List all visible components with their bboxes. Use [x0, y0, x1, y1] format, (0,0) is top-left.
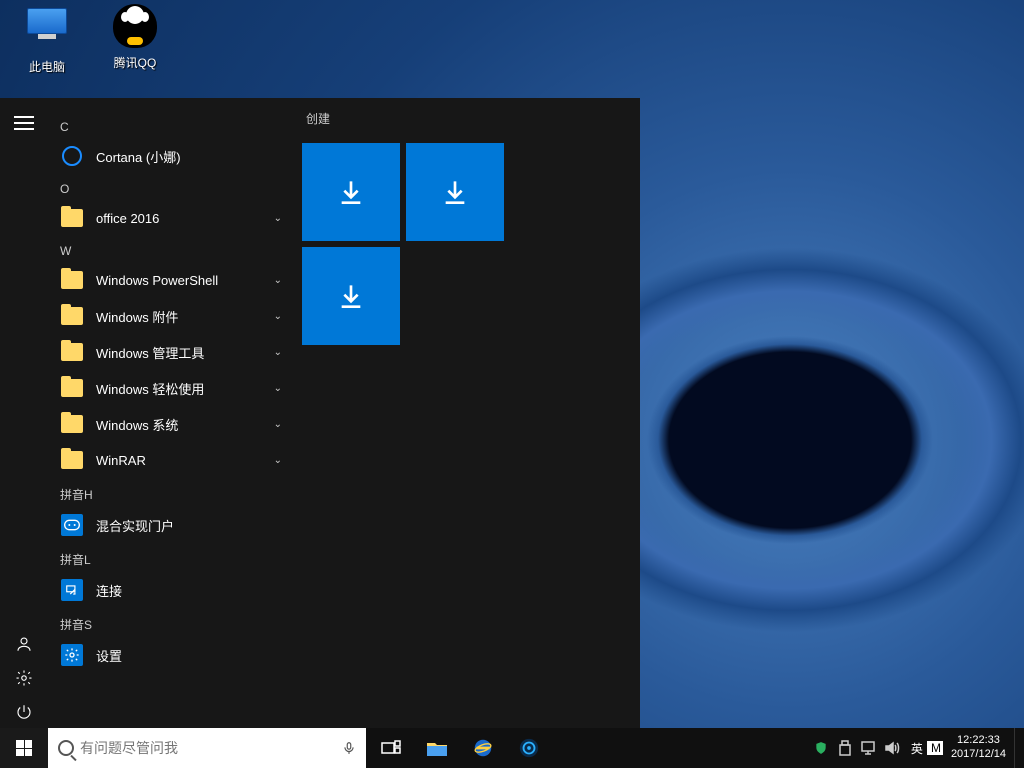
app-label: Windows 系统	[96, 415, 178, 434]
desktop-icon-qq[interactable]: 腾讯QQ	[100, 4, 170, 75]
app-label: Windows 轻松使用	[96, 379, 204, 398]
chevron-down-icon: ⌄	[274, 383, 282, 394]
tile-download-1[interactable]	[302, 143, 400, 241]
search-input[interactable]	[80, 740, 336, 756]
app-label: 混合实现门户	[96, 516, 174, 535]
start-menu-app-list: C Cortana (小娜) O office 2016 ⌄ W Windows…	[48, 98, 296, 728]
folder-icon	[60, 206, 84, 230]
list-header[interactable]: 拼音H	[60, 486, 296, 503]
list-header[interactable]: 拼音S	[60, 616, 296, 633]
chevron-down-icon: ⌄	[274, 455, 282, 466]
search-box[interactable]	[48, 728, 366, 768]
power-icon[interactable]	[14, 702, 34, 722]
chevron-down-icon: ⌄	[274, 311, 282, 322]
app-label: Cortana (小娜)	[96, 147, 181, 166]
tiles-group-header[interactable]: 创建	[302, 110, 640, 127]
taskbar-file-explorer[interactable]	[414, 728, 460, 768]
clock-date: 2017/12/14	[951, 748, 1006, 762]
cortana-icon	[60, 144, 84, 168]
settings-tile-icon	[60, 643, 84, 667]
app-item-winrar[interactable]: WinRAR ⌄	[48, 442, 296, 478]
chevron-down-icon: ⌄	[274, 213, 282, 224]
desktop-icon-label: 此电脑	[12, 58, 82, 75]
app-item-ease-of-access[interactable]: Windows 轻松使用 ⌄	[48, 370, 296, 406]
taskbar-pinned-apps	[368, 728, 552, 768]
folder-icon	[60, 448, 84, 472]
app-label: WinRAR	[96, 453, 146, 468]
app-item-office[interactable]: office 2016 ⌄	[48, 200, 296, 236]
desktop-icon-this-pc[interactable]: 此电脑	[12, 4, 82, 75]
chevron-down-icon: ⌄	[274, 275, 282, 286]
ime-language[interactable]: 英	[907, 740, 927, 757]
taskbar-clock[interactable]: 12:22:33 2017/12/14	[943, 734, 1014, 762]
chevron-down-icon: ⌄	[274, 419, 282, 430]
connect-icon	[60, 578, 84, 602]
app-item-powershell[interactable]: Windows PowerShell ⌄	[48, 262, 296, 298]
desktop-icons: 此电脑 腾讯QQ	[12, 4, 170, 75]
app-item-connect[interactable]: 连接	[48, 572, 296, 608]
microphone-icon[interactable]	[342, 738, 356, 758]
task-view-button[interactable]	[368, 728, 414, 768]
monitor-icon	[23, 8, 71, 56]
tray-network-icon[interactable]	[861, 740, 877, 756]
folder-icon	[60, 268, 84, 292]
start-button[interactable]	[0, 728, 48, 768]
app-label: 设置	[96, 646, 122, 665]
app-item-mixed-reality[interactable]: 混合实现门户	[48, 507, 296, 543]
folder-icon	[60, 304, 84, 328]
tray-security-icon[interactable]	[813, 740, 829, 756]
tile-download-3[interactable]	[302, 247, 400, 345]
start-menu: C Cortana (小娜) O office 2016 ⌄ W Windows…	[0, 98, 640, 728]
settings-gear-icon[interactable]	[14, 668, 34, 688]
windows-logo-icon	[16, 740, 32, 756]
app-label: 连接	[96, 581, 122, 600]
app-item-cortana[interactable]: Cortana (小娜)	[48, 138, 296, 174]
tray-icons	[807, 740, 907, 756]
app-label: Windows PowerShell	[96, 273, 218, 288]
list-header[interactable]: C	[60, 120, 296, 134]
list-header[interactable]: W	[60, 244, 296, 258]
app-label: office 2016	[96, 211, 159, 226]
app-item-admin-tools[interactable]: Windows 管理工具 ⌄	[48, 334, 296, 370]
user-account-icon[interactable]	[14, 634, 34, 654]
folder-icon	[60, 412, 84, 436]
hamburger-icon[interactable]	[14, 116, 34, 130]
list-header[interactable]: 拼音L	[60, 551, 296, 568]
app-label: Windows 管理工具	[96, 343, 204, 362]
mixed-reality-icon	[60, 513, 84, 537]
chevron-down-icon: ⌄	[274, 347, 282, 358]
app-item-windows-system[interactable]: Windows 系统 ⌄	[48, 406, 296, 442]
start-menu-tiles: 创建	[296, 98, 640, 728]
tray-volume-icon[interactable]	[885, 740, 901, 756]
folder-icon	[60, 376, 84, 400]
search-icon	[58, 740, 74, 756]
taskbar: 英 M 12:22:33 2017/12/14	[0, 728, 1024, 768]
app-label: Windows 附件	[96, 307, 178, 326]
taskbar-browser[interactable]	[506, 728, 552, 768]
tray-usb-icon[interactable]	[837, 740, 853, 756]
desktop-icon-label: 腾讯QQ	[100, 54, 170, 71]
list-header[interactable]: O	[60, 182, 296, 196]
ime-indicator[interactable]: M	[927, 741, 943, 755]
folder-icon	[60, 340, 84, 364]
tiles-grid	[302, 143, 512, 345]
system-tray: 英 M 12:22:33 2017/12/14	[807, 728, 1024, 768]
app-item-settings[interactable]: 设置	[48, 637, 296, 673]
qq-icon	[111, 4, 159, 52]
clock-time: 12:22:33	[951, 734, 1006, 748]
start-menu-rail	[0, 98, 48, 728]
tile-download-2[interactable]	[406, 143, 504, 241]
taskbar-ie[interactable]	[460, 728, 506, 768]
app-item-accessories[interactable]: Windows 附件 ⌄	[48, 298, 296, 334]
show-desktop-button[interactable]	[1014, 728, 1020, 768]
